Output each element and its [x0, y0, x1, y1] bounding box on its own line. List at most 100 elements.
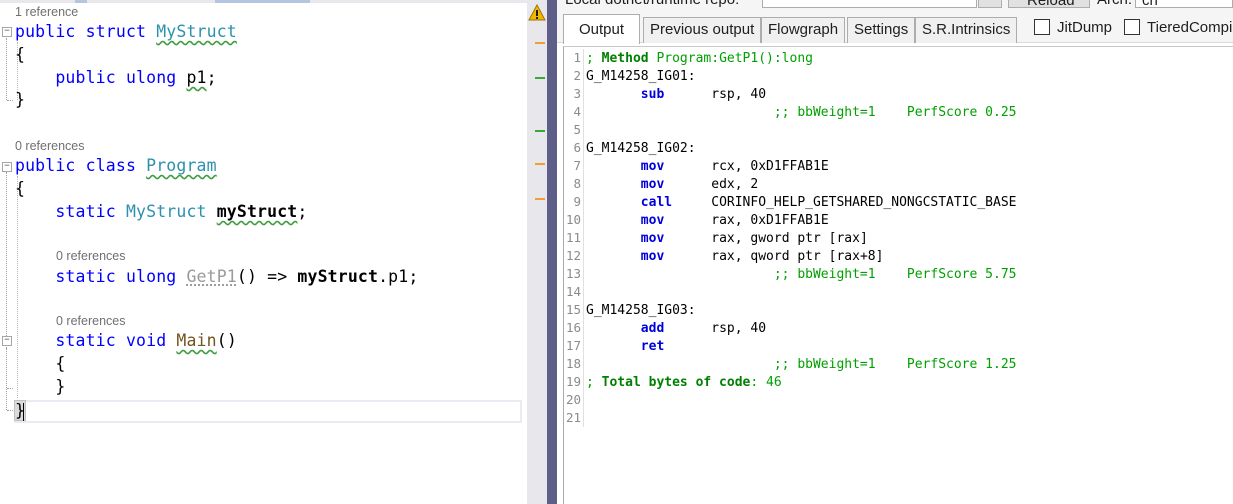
field-name[interactable]: p1 [186, 68, 206, 87]
keyword: ulong [125, 68, 177, 87]
line-number: 14 [565, 284, 581, 299]
asm-line: 7 mov rcx, 0xD1FFAB1E [564, 157, 829, 175]
scroll-marker [535, 42, 545, 44]
repo-path-input[interactable] [762, 0, 977, 8]
tiered-compilation-checkbox[interactable]: TieredCompi [1124, 19, 1232, 39]
keyword: static [55, 202, 116, 221]
asm-instruction: mov [640, 231, 665, 246]
asm-line: 10 mov rax, 0xD1FFAB1E [564, 211, 829, 229]
asm-output[interactable]: 1; Method Program:GetP1():long 2 G_M14258… [563, 46, 1233, 504]
browse-button[interactable] [978, 0, 1002, 8]
method-name[interactable]: GetP1 [186, 267, 236, 286]
asm-line: 9 call CORINFO_HELP_GETSHARED_NONGCSTATI… [564, 193, 1017, 211]
asm-instruction: ret [640, 339, 665, 354]
checkbox-box[interactable] [1034, 19, 1050, 35]
jitdump-checkbox[interactable]: JitDump [1034, 19, 1112, 39]
type-name[interactable]: MyStruct [156, 22, 237, 41]
line-number: 12 [565, 248, 581, 263]
asm-operands: rax, 0xD1FFAB1E [711, 213, 829, 228]
editor-top-border [0, 0, 527, 3]
collapse-class-button[interactable]: − [2, 162, 12, 172]
tab-previous-output[interactable]: Previous output [643, 17, 762, 43]
asm-line: 6 G_M14258_IG02: [564, 139, 696, 157]
method-name[interactable]: Main [176, 331, 216, 350]
code-line: static MyStruct myStruct; [15, 201, 307, 223]
punct: () [216, 331, 237, 350]
code-editor[interactable]: − − − 1 reference public struct MyStruct… [0, 0, 527, 504]
code-line: public ulong p1; [15, 67, 217, 89]
asm-line: 20 [564, 391, 586, 409]
asm-line: 8 mov edx, 2 [564, 175, 758, 193]
asm-comment: : 46 [750, 375, 782, 390]
keyword: ulong [125, 267, 177, 286]
line-number: 16 [565, 320, 581, 335]
asm-operands: rax, qword ptr [rax+8] [711, 249, 884, 264]
line-number: 4 [573, 104, 581, 119]
outline-guide [6, 38, 7, 100]
checkbox-box[interactable] [1124, 19, 1140, 35]
keyword: static [55, 267, 116, 286]
text-caret [23, 403, 24, 421]
asm-operands: CORINFO_HELP_GETSHARED_NONGCSTATIC_BASE [711, 195, 1017, 210]
tab-sr-intrinsics[interactable]: S.R.Intrinsics [915, 17, 1018, 43]
line-number: 1 [573, 50, 581, 65]
asm-line: 5 [564, 121, 586, 139]
asm-comment: ; [586, 375, 602, 390]
checkbox-label: JitDump [1057, 19, 1113, 36]
reload-button[interactable]: Reload [1008, 0, 1090, 9]
keyword: public [55, 68, 116, 87]
codelens-references[interactable]: 1 reference [15, 4, 78, 20]
current-line-highlight [14, 400, 522, 423]
arch-select[interactable]: ch [1135, 0, 1233, 9]
tab-bar: Output Previous output Flowgraph Setting… [557, 12, 1233, 44]
codelens-references[interactable]: 0 references [56, 313, 125, 329]
overview-marker [215, 0, 310, 3]
type-name[interactable]: Program [146, 156, 217, 175]
tab-output[interactable]: Output [563, 14, 641, 44]
line-number: 8 [573, 176, 581, 191]
reload-label: Reload [1027, 0, 1075, 9]
asm-line: 13 ;; bbWeight=1 PerfScore 5.75 [564, 265, 1016, 283]
code-line: { [15, 353, 65, 375]
scroll-marker [535, 198, 545, 200]
member-ref: .p1 [378, 267, 409, 286]
warning-icon[interactable] [528, 4, 546, 22]
code-line: { [15, 44, 25, 66]
punct: => [267, 267, 288, 286]
asm-comment: ; [586, 51, 602, 66]
asm-operands: rsp, 40 [711, 321, 767, 336]
scroll-marker [535, 77, 545, 79]
arch-label: Arch: [1097, 0, 1132, 8]
tab-flowgraph[interactable]: Flowgraph [761, 17, 846, 43]
asm-label: G_M14258_IG02: [586, 141, 696, 156]
asm-comment: ;; bbWeight=1 PerfScore 0.25 [773, 105, 1017, 120]
tab-settings[interactable]: Settings [847, 17, 916, 43]
outline-guide [7, 100, 13, 101]
codelens-references[interactable]: 0 references [15, 138, 84, 154]
asm-instruction: mov [640, 249, 665, 264]
asm-line: 21 [564, 409, 586, 427]
keyword: static [55, 331, 116, 350]
pane-splitter[interactable] [547, 0, 557, 504]
asm-instruction: mov [640, 177, 665, 192]
field-name[interactable]: myStruct [217, 202, 298, 221]
asm-comment: ;; bbWeight=1 PerfScore 1.25 [773, 357, 1017, 372]
editor-scrollbar[interactable] [527, 0, 547, 504]
line-number: 15 [565, 302, 581, 317]
punct: ; [297, 202, 308, 221]
asm-line: 3 sub rsp, 40 [564, 85, 766, 103]
keyword: struct [85, 22, 147, 41]
asm-comment: ;; bbWeight=1 PerfScore 5.75 [773, 267, 1017, 282]
asm-line: 15 G_M14258_IG03: [564, 301, 696, 319]
codelens-references[interactable]: 0 references [56, 248, 125, 264]
line-number: 9 [573, 194, 581, 209]
checkbox-label: TieredCompi [1147, 19, 1233, 36]
collapse-main-button[interactable]: − [2, 336, 12, 346]
asm-line: 16 add rsp, 40 [564, 319, 766, 337]
settings-strip: Local dotnet/runtime repo: Reload Arch: … [557, 0, 1233, 12]
brace: { [15, 45, 26, 64]
collapse-struct-button[interactable]: − [2, 27, 12, 37]
outline-guide [7, 410, 13, 411]
keyword: class [85, 156, 137, 175]
line-number: 17 [565, 338, 581, 353]
